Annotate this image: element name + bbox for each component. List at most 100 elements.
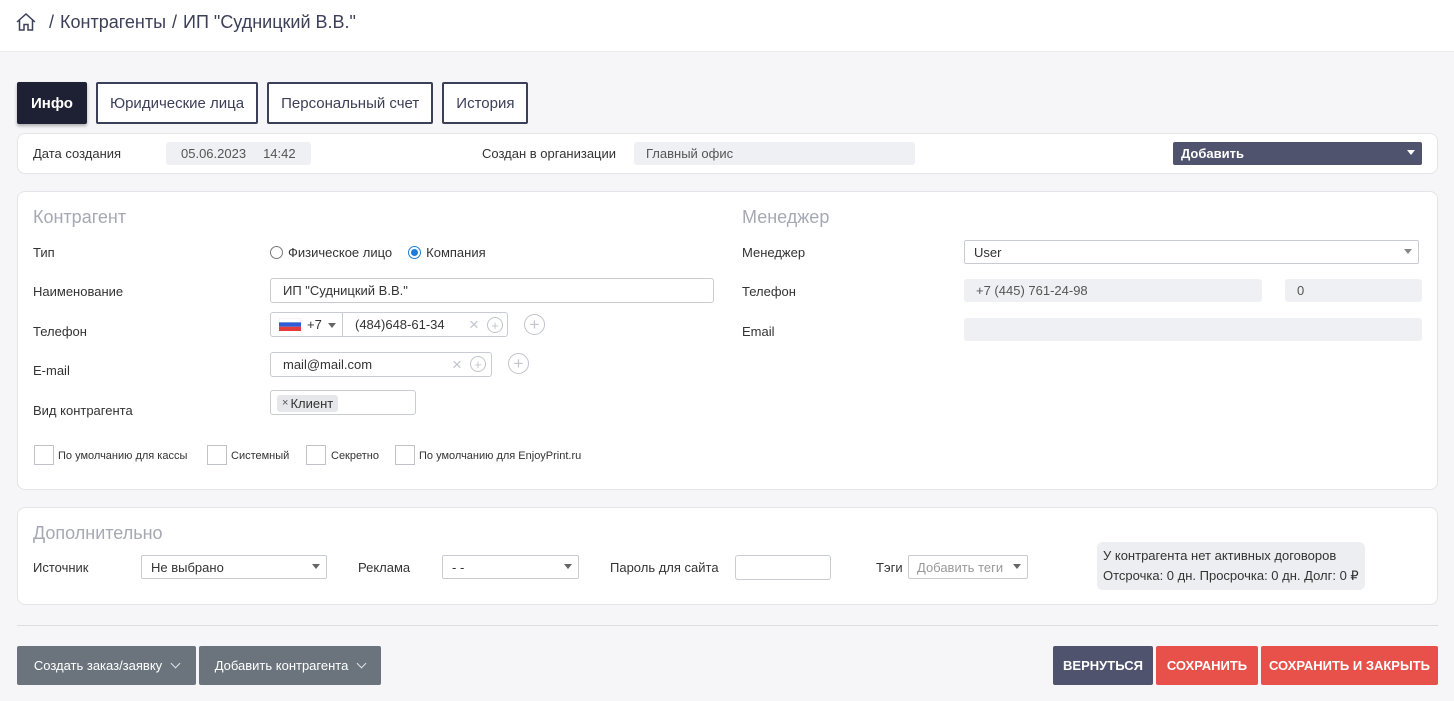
manager-email-label: Email (742, 324, 775, 339)
add-phone-icon[interactable]: + (524, 314, 545, 335)
back-button[interactable]: ВЕРНУТЬСЯ (1053, 646, 1153, 685)
checkbox-default-enjoyprint[interactable] (395, 445, 415, 465)
chevron-down-icon (356, 658, 367, 669)
create-order-button[interactable]: Создать заказ/заявку (17, 646, 196, 685)
source-label: Источник (33, 560, 89, 575)
checkbox-system[interactable] (207, 445, 227, 465)
russia-flag-icon (279, 318, 301, 331)
manager-value: User (974, 244, 1002, 260)
contract-status-box: У контрагента нет активных договоров Отс… (1097, 542, 1365, 590)
top-bar: / Контрагенты / ИП "Судницкий В.В." (0, 0, 1454, 52)
name-value: ИП "Судницкий В.В." (283, 283, 408, 298)
checkbox-secret-label: Секретно (331, 450, 379, 462)
remove-tag-icon[interactable]: × (282, 397, 288, 409)
kind-select[interactable]: × Клиент (270, 390, 416, 415)
created-org-value: Главный офис (646, 146, 734, 161)
checkbox-system-label: Системный (231, 450, 290, 462)
password-label: Пароль для сайта (610, 560, 719, 575)
add-icon[interactable]: + (470, 356, 486, 372)
breadcrumb-separator: / (172, 11, 178, 32)
created-date-value: 05.06.2023 (181, 146, 247, 161)
created-date-label: Дата создания (33, 146, 122, 161)
breadcrumb: / Контрагенты / ИП "Судницкий В.В." (15, 11, 356, 33)
manager-email-field (964, 318, 1422, 341)
manager-phone-label: Телефон (742, 284, 796, 299)
phone-value[interactable]: (484)648-61-34 (355, 317, 445, 332)
info-panel: Дата создания 05.06.2023 14:42 Создан в … (17, 133, 1438, 174)
manager-select[interactable]: User (964, 240, 1419, 264)
ad-value: - - (452, 559, 465, 575)
kind-tag-label: Клиент (290, 395, 334, 411)
checkbox-secret[interactable] (306, 445, 326, 465)
breadcrumb-separator: / (49, 11, 55, 32)
manager-ext-value: 0 (1297, 283, 1305, 298)
created-time-value: 14:42 (263, 146, 296, 161)
caret-down-icon (1407, 150, 1415, 155)
country-code: +7 (307, 317, 322, 332)
manager-phone-value: +7 (445) 761-24-98 (976, 283, 1088, 298)
checkbox-default-enjoyprint-label: По умолчанию для EnjoyPrint.ru (419, 450, 582, 462)
extra-section-title: Дополнительно (33, 523, 163, 543)
tags-label: Тэги (876, 560, 903, 575)
name-label: Наименование (33, 284, 124, 299)
source-select[interactable]: Не выбрано (141, 555, 327, 579)
country-code-select[interactable]: +7 (271, 313, 343, 336)
ad-label: Реклама (358, 560, 411, 575)
clear-icon[interactable]: × (469, 316, 479, 333)
ad-select[interactable]: - - (442, 555, 579, 579)
add-counterparty-button[interactable]: Добавить контрагента (199, 646, 381, 685)
source-value: Не выбрано (151, 559, 224, 575)
save-button[interactable]: СОХРАНИТЬ (1156, 646, 1258, 685)
checkbox-default-cash-label: По умолчанию для кассы (58, 450, 188, 462)
type-radio-individual[interactable] (270, 246, 283, 259)
create-order-label: Создать заказ/заявку (33, 658, 163, 673)
phone-label: Телефон (33, 324, 87, 339)
tags-select[interactable]: Добавить теги (908, 555, 1028, 579)
kind-tag: × Клиент (277, 394, 339, 412)
tabs: Инфо Юридические лица Персональный счет … (17, 82, 537, 124)
contract-status-line1: У контрагента нет активных договоров (1103, 548, 1337, 563)
type-radio-group: Физическое лицо Компания (270, 245, 486, 260)
add-counterparty-label: Добавить контрагента (214, 658, 349, 673)
breadcrumb-current: ИП "Судницкий В.В." (183, 11, 356, 32)
add-icon[interactable]: + (487, 317, 503, 333)
caret-down-icon (312, 564, 320, 569)
email-value: mail@mail.com (283, 357, 373, 372)
add-select-label: Добавить (1181, 146, 1244, 161)
main-panel: Контрагент Тип Физическое лицо Компания … (17, 191, 1438, 490)
caret-down-icon (1013, 564, 1021, 569)
checkbox-default-cash[interactable] (34, 445, 54, 465)
manager-label: Менеджер (742, 245, 806, 260)
created-org-label: Создан в организации (482, 146, 617, 161)
tags-placeholder: Добавить теги (917, 559, 1004, 575)
add-email-icon[interactable]: + (508, 353, 529, 374)
save-close-button[interactable]: СОХРАНИТЬ И ЗАКРЫТЬ (1261, 646, 1438, 685)
tab-legal-entities[interactable]: Юридические лица (95, 82, 259, 124)
manager-phone-field: +7 (445) 761-24-98 (964, 279, 1262, 302)
clear-icon[interactable]: × (452, 356, 462, 373)
type-label: Тип (33, 245, 55, 260)
chevron-down-icon (170, 658, 181, 669)
kind-label: Вид контрагента (33, 403, 133, 418)
type-option-individual: Физическое лицо (288, 245, 393, 260)
add-select[interactable]: Добавить (1173, 142, 1422, 165)
created-date-field: 05.06.2023 14:42 (166, 142, 311, 165)
tab-personal-account[interactable]: Персональный счет (267, 82, 434, 124)
tab-info[interactable]: Инфо (17, 82, 87, 124)
contract-status-line2: Отсрочка: 0 дн. Просрочка: 0 дн. Долг: 0… (1103, 568, 1359, 583)
home-icon[interactable] (15, 11, 37, 33)
password-input[interactable] (735, 555, 831, 580)
tab-history[interactable]: История (442, 82, 529, 124)
name-input[interactable]: ИП "Судницкий В.В." (270, 278, 714, 303)
type-radio-company[interactable] (408, 246, 422, 259)
manager-section-title: Менеджер (742, 207, 830, 227)
breadcrumb-counterparties[interactable]: Контрагенты (60, 12, 166, 33)
email-input[interactable]: mail@mail.com × + (270, 352, 492, 377)
extra-panel: Дополнительно Источник Не выбрано Реклам… (17, 507, 1438, 605)
caret-down-icon (564, 564, 572, 569)
type-option-company: Компания (426, 245, 486, 260)
email-label: E-mail (33, 363, 70, 378)
phone-field: +7 (484)648-61-34 × + (270, 312, 508, 337)
created-org-field: Главный офис (634, 142, 915, 165)
manager-ext-field: 0 (1285, 279, 1422, 302)
